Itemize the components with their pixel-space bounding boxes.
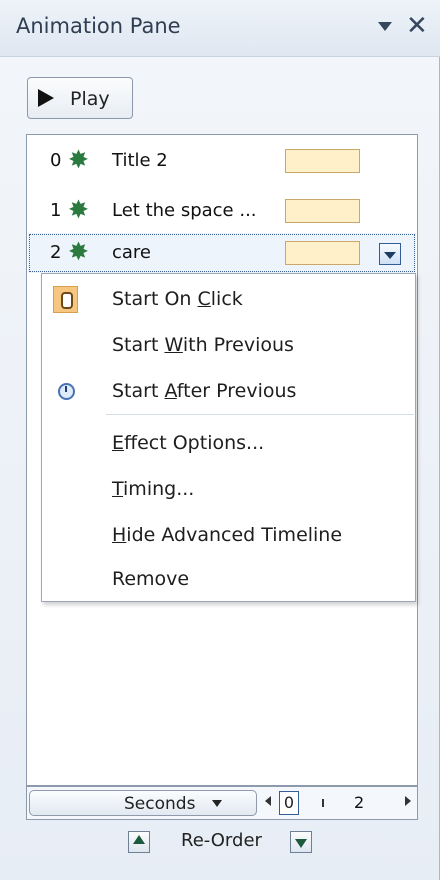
- seconds-dropdown-button[interactable]: Seconds: [29, 790, 257, 816]
- timeline-two-label: 2: [354, 793, 365, 812]
- play-icon: [38, 89, 54, 107]
- timeline-ruler: Seconds 0 2: [26, 786, 418, 820]
- clock-icon: [58, 383, 75, 400]
- move-up-icon[interactable]: [128, 831, 150, 853]
- reorder-bar: Re-Order: [0, 824, 440, 866]
- menu-item-start-on-click[interactable]: Start On Click: [42, 276, 415, 322]
- menu-item-start-after-previous[interactable]: Start After Previous: [42, 368, 415, 414]
- menu-item-hide-advanced-timeline[interactable]: Hide Advanced Timeline: [42, 512, 415, 558]
- pane-titlebar: Animation Pane ✕: [0, 0, 440, 57]
- triangle-down-icon[interactable]: [378, 22, 392, 31]
- menu-item-label: Effect Options...: [112, 432, 265, 454]
- menu-item-label: Start With Previous: [112, 334, 294, 356]
- animation-pane: Animation Pane ✕ Play 0 ✸ Title 2 1 ✸ Le…: [0, 0, 440, 880]
- seconds-label: Seconds: [124, 794, 196, 814]
- animation-item-label: Title 2: [112, 150, 168, 171]
- animation-item-2[interactable]: 2 ✸ care: [28, 233, 416, 273]
- animation-item-number: 1: [50, 200, 62, 221]
- timeline-bar[interactable]: [285, 149, 360, 173]
- close-icon[interactable]: ✕: [406, 10, 428, 42]
- menu-item-label: Start On Click: [112, 288, 243, 310]
- play-button[interactable]: Play: [27, 77, 133, 119]
- timeline-bar[interactable]: [285, 199, 360, 223]
- item-dropdown-button[interactable]: [379, 243, 401, 265]
- menu-separator: [106, 414, 414, 415]
- menu-item-label: Start After Previous: [112, 380, 297, 402]
- mouse-click-icon: [53, 286, 78, 313]
- menu-item-effect-options[interactable]: Effect Options...: [42, 420, 415, 466]
- star-burst-icon: ✸: [68, 195, 89, 224]
- menu-item-start-with-previous[interactable]: Start With Previous: [42, 322, 415, 368]
- animation-item-label: Let the space ...: [112, 200, 257, 221]
- animation-item-number: 2: [50, 242, 62, 263]
- star-burst-icon: ✸: [68, 145, 89, 174]
- timeline-tick: [322, 799, 324, 807]
- menu-item-timing[interactable]: Timing...: [42, 466, 415, 512]
- timeline-bar[interactable]: [285, 241, 360, 265]
- menu-item-label: Hide Advanced Timeline: [112, 524, 343, 546]
- scroll-left-icon[interactable]: [265, 796, 271, 806]
- scroll-right-icon[interactable]: [405, 796, 411, 806]
- context-menu: Start On Click Start With Previous Start…: [41, 273, 416, 602]
- play-button-label: Play: [70, 88, 110, 110]
- animation-item-1[interactable]: 1 ✸ Let the space ...: [28, 191, 416, 231]
- menu-item-label: Remove: [112, 568, 190, 590]
- chevron-down-icon: [212, 800, 222, 807]
- pane-title: Animation Pane: [16, 14, 181, 38]
- menu-item-label: Timing...: [112, 478, 195, 500]
- move-down-icon[interactable]: [290, 831, 312, 853]
- animation-item-0[interactable]: 0 ✸ Title 2: [28, 141, 416, 181]
- star-burst-icon: ✸: [68, 237, 89, 266]
- animation-item-number: 0: [50, 150, 62, 171]
- animation-item-label: care: [112, 242, 152, 263]
- reorder-label: Re-Order: [181, 830, 262, 851]
- menu-item-remove[interactable]: Remove: [42, 556, 415, 602]
- timeline-zero-marker: 0: [279, 791, 299, 815]
